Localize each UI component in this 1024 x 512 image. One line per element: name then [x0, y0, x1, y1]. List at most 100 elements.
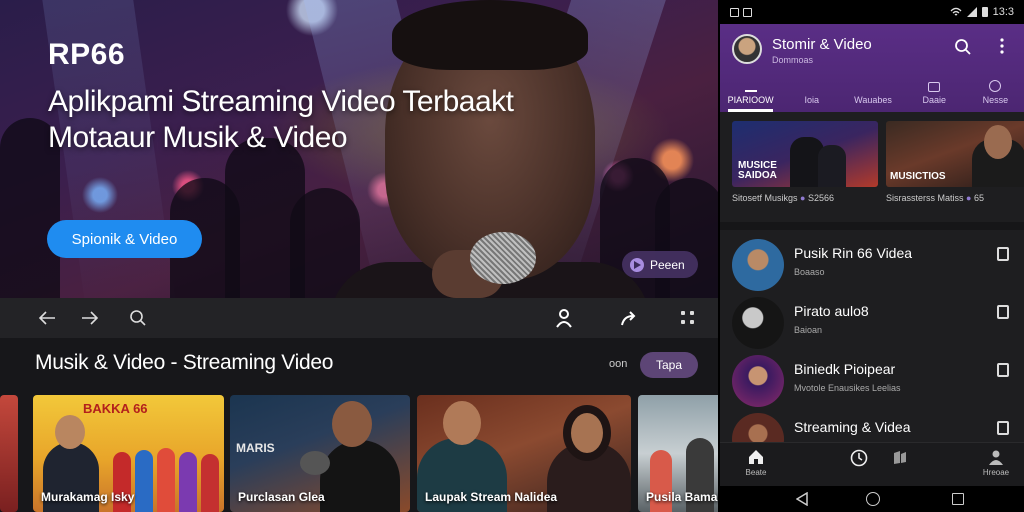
tab-label: Nesse: [982, 95, 1009, 105]
system-back-icon[interactable]: [795, 491, 808, 511]
list-item-title: Biniedk Pioipear: [794, 361, 896, 377]
singer-hair: [392, 0, 588, 70]
notification-icon: [743, 7, 752, 17]
list-item-subtitle: Baioan: [794, 325, 823, 335]
list-item-title: Streaming & Videa: [794, 419, 911, 435]
list-item-title: Pusik Rin 66 Videa: [794, 245, 913, 261]
list-item[interactable]: Pirato aulo8 Baioan: [720, 292, 1024, 350]
card-caption: Pusila Bamai: [646, 490, 718, 504]
tab-home[interactable]: PIARIOOW: [720, 78, 781, 112]
list-item-avatar: [732, 413, 784, 442]
tab-fourth[interactable]: Daaie: [904, 78, 965, 112]
app-bar: Stomir & Video Dommoas PIARIOOW Ioia Wau…: [720, 24, 1024, 112]
hero-cta-button[interactable]: Spionik & Video: [47, 220, 202, 258]
clock-icon: [850, 449, 868, 467]
hero-chip-label: Peeen: [650, 257, 685, 272]
nav-home[interactable]: Beate: [734, 449, 778, 477]
hero-chip-button[interactable]: Peeen: [622, 251, 698, 278]
section-filter-chip[interactable]: Tapa: [640, 352, 698, 378]
desktop-app: RP66 Aplikpami Streaming Video Terbaakt …: [0, 0, 718, 512]
list-item[interactable]: Streaming & Videa: [720, 408, 1024, 442]
list-item-avatar: [732, 297, 784, 349]
video-card[interactable]: MARIS Purclasan Glea: [230, 395, 410, 512]
hero-title-line-1: Aplikpami Streaming Video Terbaakt: [48, 85, 514, 118]
bookmark-icon[interactable]: [997, 247, 1009, 261]
crowd-silhouette: [655, 178, 718, 298]
thumb-meta: S2566: [807, 193, 835, 203]
card-dancer: [201, 454, 219, 512]
card-poster-text: MARIS: [236, 441, 275, 455]
card-caption: Purclasan Glea: [238, 490, 325, 504]
hero-title: Aplikpami Streaming Video Terbaakt Motaa…: [48, 84, 608, 156]
notification-icon: [730, 7, 739, 17]
bottom-nav: Beate Hreoae: [720, 442, 1024, 486]
back-arrow-icon[interactable]: [37, 308, 57, 328]
tab-bar: PIARIOOW Ioia Wauabes Daaie Nesse: [720, 78, 1024, 112]
search-icon[interactable]: [128, 308, 148, 328]
play-icon: [630, 257, 644, 272]
screen: RP66 Aplikpami Streaming Video Terbaakt …: [0, 0, 1024, 512]
video-card[interactable]: Laupak Stream Nalidea: [417, 395, 631, 512]
battery-icon: [981, 7, 988, 17]
list-item[interactable]: Biniedk Pioipear Mvotole Enausikes Leeli…: [720, 350, 1024, 408]
share-icon[interactable]: [620, 308, 640, 328]
video-thumbnail[interactable]: MUSICTIOS: [886, 121, 1024, 187]
nav-recent[interactable]: [837, 449, 881, 467]
thumb-person-head: [984, 125, 1012, 159]
nav-profile[interactable]: Hreoae: [974, 449, 1018, 477]
section-more-link[interactable]: oon: [609, 358, 627, 370]
bookmark-icon[interactable]: [997, 305, 1009, 319]
card-caption: Laupak Stream Nalidea: [425, 490, 558, 504]
card-caption: Murakamag Isky: [41, 490, 135, 504]
grid-icon[interactable]: [678, 308, 698, 328]
search-icon[interactable]: [954, 38, 972, 61]
tab-second[interactable]: Ioia: [781, 78, 842, 112]
avatar[interactable]: [732, 34, 762, 64]
status-time: 13:3: [992, 6, 1014, 18]
wifi-icon: [950, 7, 962, 16]
video-card[interactable]: Pusila Bamai: [638, 395, 718, 512]
views-icon: ●: [966, 193, 974, 203]
tab-explore-icon: [989, 80, 1002, 92]
nav-library[interactable]: [878, 449, 922, 465]
thumb-title: Sisrassterss Matiss: [886, 193, 964, 203]
user-icon[interactable]: [554, 308, 574, 328]
forward-arrow-icon[interactable]: [80, 308, 100, 328]
library-icon: [894, 451, 906, 464]
app-title: Stomir & Video: [772, 36, 872, 53]
tab-label: Daaie: [922, 95, 946, 105]
hero-banner[interactable]: RP66 Aplikpami Streaming Video Terbaakt …: [0, 0, 718, 298]
hero-title-line-2: Motaaur Musik & Video: [48, 121, 348, 154]
divider: [720, 222, 1024, 230]
status-bar: 13:3: [720, 0, 1024, 24]
tab-fifth[interactable]: Nesse: [965, 78, 1024, 112]
tab-label: Ioia: [804, 95, 820, 105]
list-item-subtitle: Mvotole Enausikes Leelias: [794, 383, 901, 393]
status-right: 13:3: [950, 6, 1014, 18]
tab-third[interactable]: Wauabes: [842, 78, 903, 112]
microphone-icon: [300, 451, 330, 475]
system-nav-bar: [720, 486, 1024, 512]
hero-brand: RP66: [48, 38, 126, 71]
card-person-head: [571, 413, 603, 453]
thumb-caption: Sitosetf Musikgs ● S2566: [732, 193, 834, 203]
video-card[interactable]: BAKKA 66 Murakamag Isky: [33, 395, 224, 512]
list-item[interactable]: Pusik Rin 66 Videa Boaaso: [720, 234, 1024, 292]
tab-label: Wauabes: [854, 95, 892, 105]
thumb-meta: 65: [973, 193, 984, 203]
thumb-caption: Sisrassterss Matiss ● 65: [886, 193, 984, 203]
bookmark-icon[interactable]: [997, 421, 1009, 435]
nav-label: Hreoae: [982, 468, 1010, 477]
microphone-icon: [470, 232, 536, 284]
bookmark-icon[interactable]: [997, 363, 1009, 377]
nav-label: Beate: [745, 468, 767, 477]
card-dancer: [135, 450, 153, 512]
tab-tv-icon: [928, 82, 941, 92]
video-card-partial[interactable]: [0, 395, 18, 512]
card-poster-text: BAKKA 66: [83, 401, 148, 416]
more-vert-icon[interactable]: [1000, 38, 1004, 59]
video-thumbnail[interactable]: MUSICE SAIDOA: [732, 121, 878, 187]
system-recents-icon[interactable]: [952, 493, 964, 505]
system-home-icon[interactable]: [866, 492, 880, 506]
card-person: [320, 440, 400, 512]
